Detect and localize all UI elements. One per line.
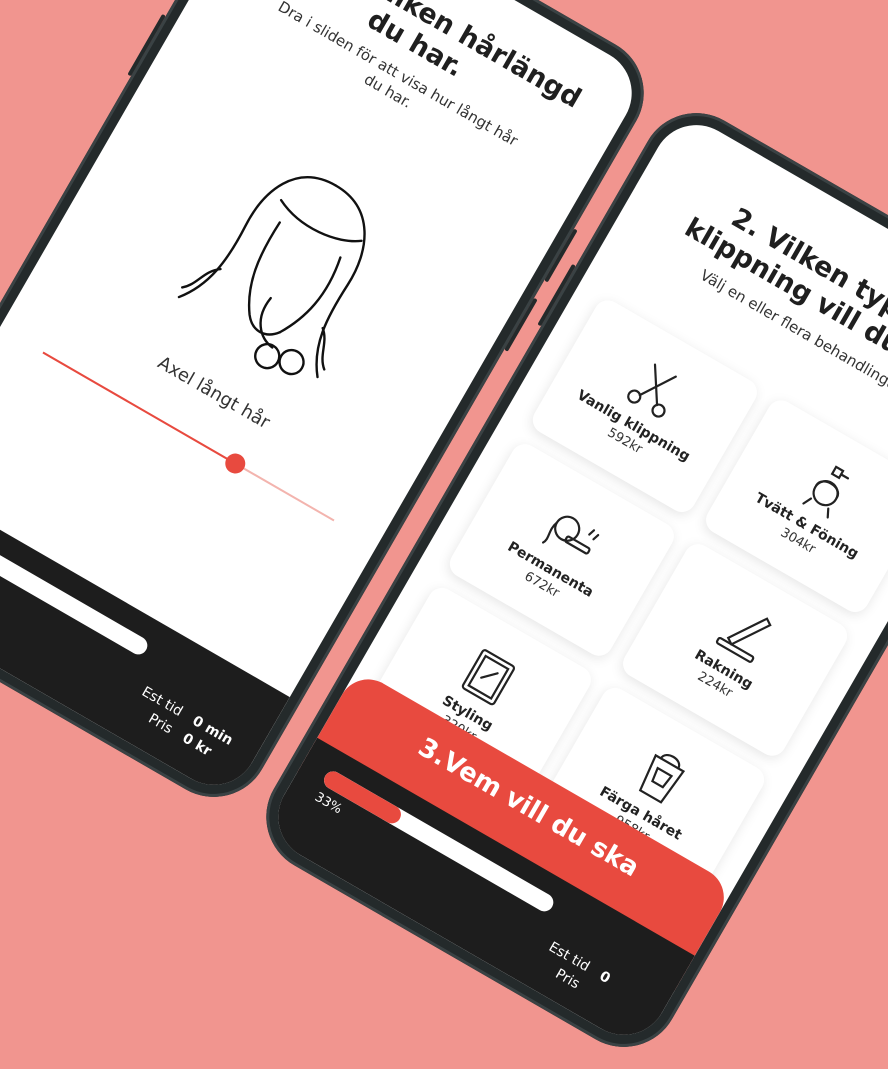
slider-thumb[interactable] <box>221 449 249 478</box>
slider-fill <box>42 351 236 465</box>
summary-bar: Est tid 0 min Pris 0 kr <box>0 479 290 801</box>
estimate-summary: Est tid 0 min Pris 0 kr <box>127 684 237 771</box>
estimate-summary: Est tid 0 Pris <box>534 939 644 1026</box>
progress-bar <box>0 511 151 658</box>
hair-length-illustration-icon <box>177 176 366 379</box>
